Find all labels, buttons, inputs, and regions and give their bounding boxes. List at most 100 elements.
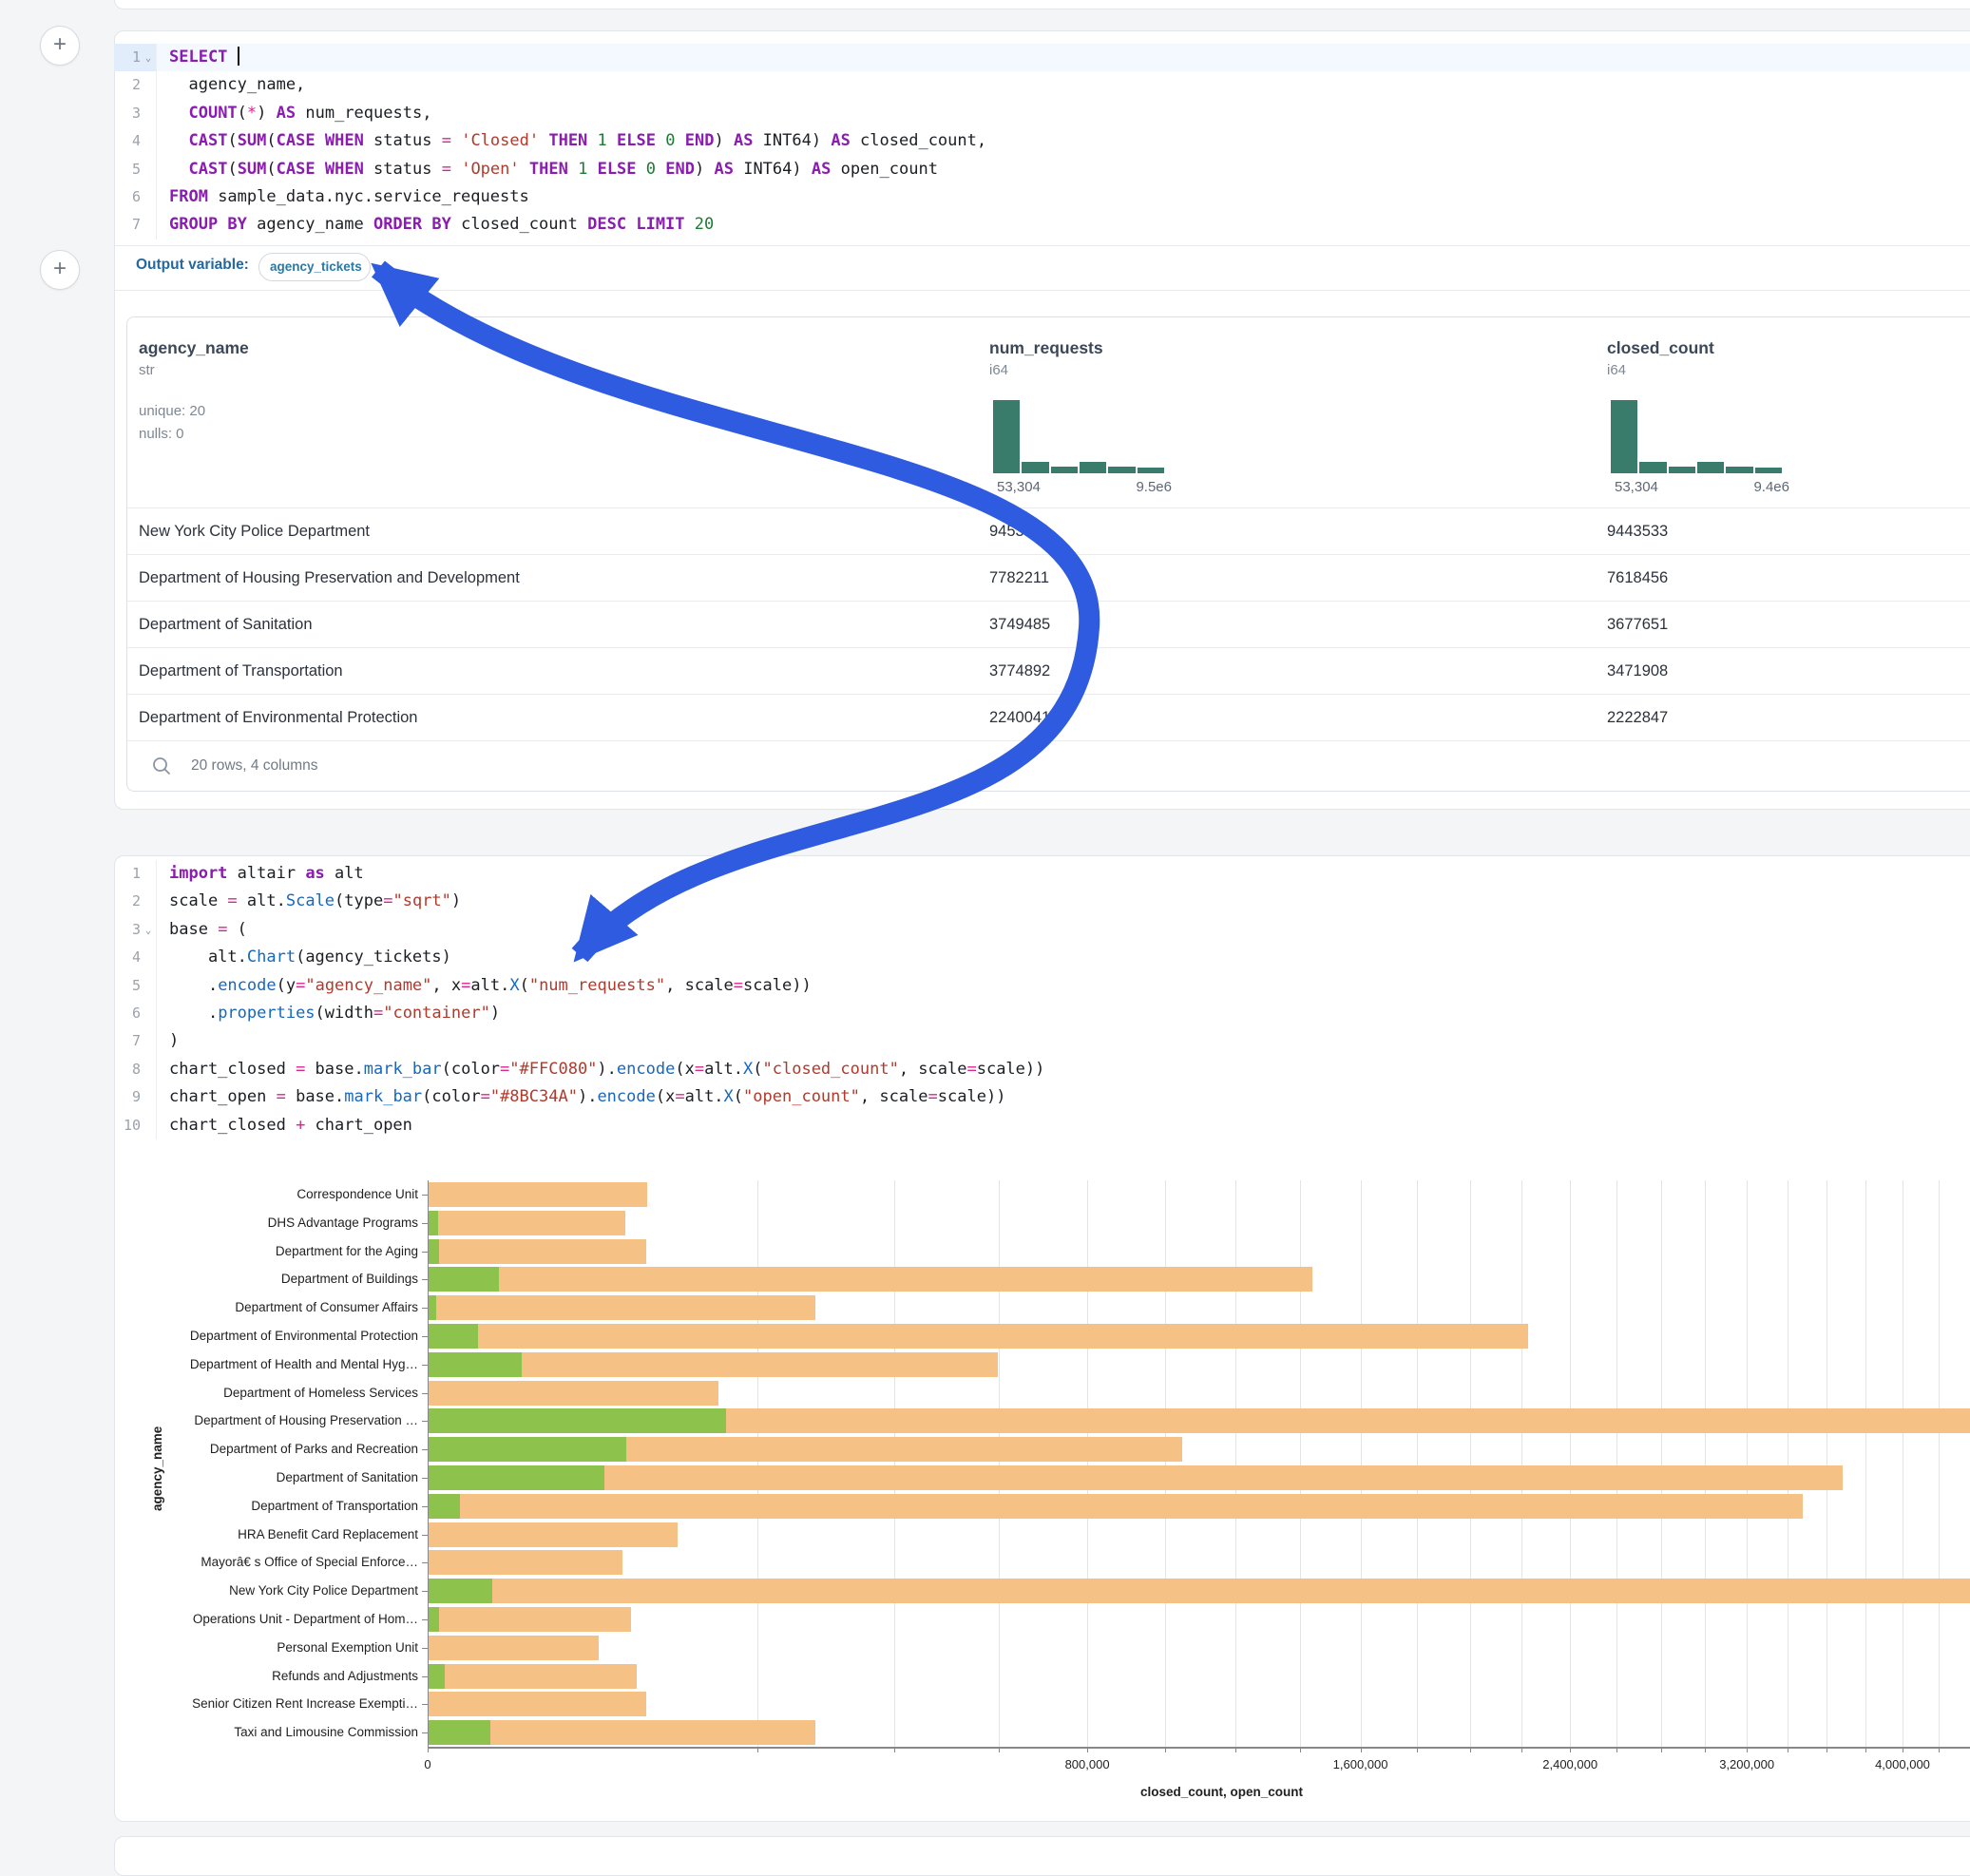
histogram-bar (1080, 462, 1106, 473)
code-line[interactable]: 2 agency_name, (114, 71, 1970, 99)
line-number: 4 (114, 944, 157, 971)
table-cell: Department of Sanitation (139, 602, 313, 647)
table-cell: 2222847 (1607, 695, 1668, 740)
fold-chevron-icon[interactable]: ⌄ (141, 916, 156, 944)
histogram-bar (1138, 468, 1164, 473)
line-number: 5 (114, 156, 157, 183)
histogram-bar (1639, 462, 1666, 473)
line-number: 3⌄ (114, 916, 157, 944)
code-text: alt.Chart(agency_tickets) (169, 944, 451, 971)
histogram-bar (1611, 400, 1637, 473)
line-number: 1 (114, 860, 157, 888)
next-cell-edge (114, 1836, 1970, 1876)
table-cell: 2240041 (989, 695, 1050, 740)
code-line[interactable]: 4 CAST(SUM(CASE WHEN status = 'Closed' T… (114, 127, 1970, 155)
column-type: i64 (989, 362, 1008, 378)
histogram-bar (993, 400, 1020, 473)
line-number: 7 (114, 211, 157, 239)
code-line[interactable]: 5 .encode(y="agency_name", x=alt.X("num_… (114, 972, 1970, 1000)
table-row[interactable]: New York City Police Department 9453131 94… (127, 507, 1970, 555)
table-cell: Department of Environmental Protection (139, 695, 417, 740)
table-cell: New York City Police Department (139, 508, 370, 554)
code-line[interactable]: 7) (114, 1027, 1970, 1055)
table-row[interactable]: Department of Environmental Protection 22… (127, 694, 1970, 741)
code-text: .properties(width="container") (169, 1000, 500, 1027)
table-row[interactable]: Department of Transportation 3774892 34719… (127, 647, 1970, 695)
code-text: CAST(SUM(CASE WHEN status = 'Closed' THE… (169, 127, 986, 155)
line-number: 9 (114, 1083, 157, 1111)
code-line[interactable]: 5 CAST(SUM(CASE WHEN status = 'Open' THE… (114, 156, 1970, 183)
code-text: CAST(SUM(CASE WHEN status = 'Open' THEN … (169, 156, 938, 183)
line-number: 6 (114, 1000, 157, 1027)
sql-code-editor[interactable]: 1⌄ SELECT 2 agency_name,3 COUNT(*) AS num… (114, 44, 1970, 239)
add-cell-button-top[interactable]: + (40, 26, 80, 66)
code-text: SELECT (169, 44, 239, 71)
code-text: COUNT(*) AS num_requests, (169, 100, 431, 127)
histogram-bar (1108, 467, 1135, 473)
table-row[interactable]: Department of Sanitation37494853677651 (127, 601, 1970, 648)
code-text: FROM sample_data.nyc.service_requests (169, 183, 529, 211)
code-line[interactable]: 6 .properties(width="container") (114, 1000, 1970, 1027)
table-cell: Department of Housing Preservation and D… (139, 555, 520, 601)
code-line[interactable]: 3 COUNT(*) AS num_requests, (114, 100, 1970, 127)
line-number: 7 (114, 1027, 157, 1055)
line-number: 8 (114, 1056, 157, 1083)
line-number: 6 (114, 183, 157, 211)
code-line[interactable]: 3⌄ base = ( (114, 916, 1970, 944)
line-number: 2 (114, 71, 157, 99)
column-header[interactable]: num_requests (989, 338, 1103, 358)
code-line[interactable]: 1⌄ SELECT (114, 44, 1970, 71)
line-number: 2 (114, 888, 157, 915)
code-text: chart_closed + chart_open (169, 1112, 412, 1139)
line-number: 1⌄ (114, 44, 157, 71)
output-variable-label: Output variable: (136, 257, 249, 274)
column-type: str (139, 362, 155, 378)
code-text: .encode(y="agency_name", x=alt.X("num_re… (169, 972, 812, 1000)
table-footer: 20 rows, 4 columns (127, 740, 1970, 793)
row-count-label: 20 rows, 4 columns (191, 757, 318, 775)
table-cell: 9453131 (989, 508, 1050, 554)
fold-chevron-icon[interactable]: ⌄ (141, 44, 156, 71)
table-cell: 3471908 (1607, 648, 1668, 694)
code-text: GROUP BY agency_name ORDER BY closed_cou… (169, 211, 714, 239)
divider (115, 245, 1970, 246)
python-code-editor[interactable]: 1 import altair as alt 2 scale = alt.Scale(… (114, 860, 1970, 1139)
code-text: base = ( (169, 916, 247, 944)
text-cursor (238, 47, 239, 66)
column-histogram (1611, 399, 1782, 473)
line-number: 5 (114, 972, 157, 1000)
column-histogram (993, 399, 1164, 473)
result-table: 20 rows, 4 columns agency_namestrunique:… (126, 316, 1970, 792)
table-cell: 7618456 (1607, 555, 1668, 601)
code-text: scale = alt.Scale(type="sqrt") (169, 888, 461, 915)
histogram-bar (1051, 467, 1078, 473)
code-line[interactable]: 4 alt.Chart(agency_tickets) (114, 944, 1970, 971)
histogram-bar (1669, 467, 1695, 473)
code-line[interactable]: 8chart_closed = base.mark_bar(color="#FF… (114, 1056, 1970, 1083)
previous-cell-edge (114, 0, 1970, 10)
notebook-page: { "colors": { "arrow": "#2E5BDF", "bar_c… (0, 0, 1970, 1847)
search-icon[interactable] (151, 756, 172, 776)
output-variable-input[interactable]: agency_tickets (258, 253, 371, 281)
code-line[interactable]: 9chart_open = base.mark_bar(color="#8BC3… (114, 1083, 1970, 1111)
table-cell: 3774892 (989, 648, 1050, 694)
histogram-bar (1726, 467, 1752, 473)
table-row[interactable]: Department of Housing Preservation and D… (127, 554, 1970, 602)
add-cell-button-output[interactable]: + (40, 250, 80, 290)
code-line[interactable]: 2 scale = alt.Scale(type="sqrt") (114, 888, 1970, 915)
histogram-bar (1697, 462, 1724, 473)
column-stat: nulls: 0 (139, 426, 184, 442)
code-line[interactable]: 7 GROUP BY agency_name ORDER BY closed_co… (114, 211, 1970, 239)
column-header[interactable]: agency_name (139, 338, 249, 358)
line-number: 3 (114, 100, 157, 127)
table-cell: 9443533 (1607, 508, 1668, 554)
histogram-bar (1755, 468, 1782, 473)
histogram-bar (1022, 462, 1048, 473)
code-line[interactable]: 10chart_closed + chart_open (114, 1112, 1970, 1139)
table-cell: Department of Transportation (139, 648, 343, 694)
code-line[interactable]: 6 FROM sample_data.nyc.service_requests (114, 183, 1970, 211)
code-text: import altair as alt (169, 860, 364, 888)
column-header[interactable]: closed_count (1607, 338, 1714, 358)
code-text: ) (169, 1027, 179, 1055)
code-line[interactable]: 1 import altair as alt (114, 860, 1970, 888)
